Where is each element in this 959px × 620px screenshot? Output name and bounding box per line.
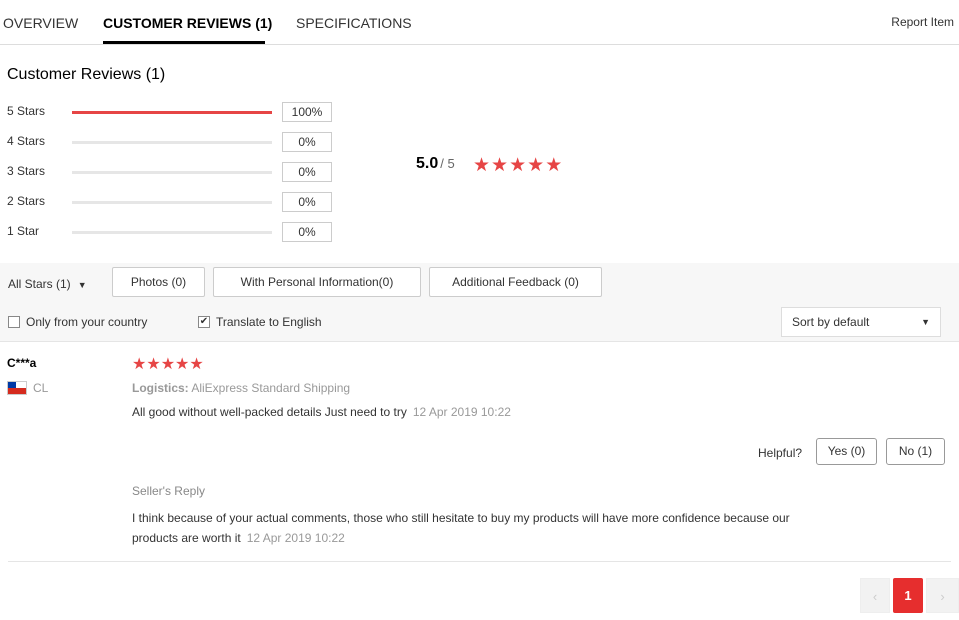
logistics-value: AliExpress Standard Shipping bbox=[191, 381, 351, 395]
star-icon: ★ bbox=[132, 356, 147, 373]
tab-specifications[interactable]: SPECIFICATIONS bbox=[296, 15, 412, 31]
rating-row-3[interactable]: 3 Stars 0% bbox=[7, 162, 337, 182]
rating-row-1[interactable]: 1 Star 0% bbox=[7, 222, 337, 242]
seller-reply-label: Seller's Reply bbox=[132, 484, 205, 498]
average-out-of: / 5 bbox=[440, 156, 455, 171]
photos-filter-button[interactable]: Photos (0) bbox=[112, 267, 205, 297]
rating-row-label: 4 Stars bbox=[7, 134, 46, 148]
chevron-down-icon: ▼ bbox=[921, 317, 930, 327]
rating-row-2[interactable]: 2 Stars 0% bbox=[7, 192, 337, 212]
active-tab-underline bbox=[103, 41, 265, 44]
star-icon: ★ bbox=[473, 155, 492, 176]
rating-row-5[interactable]: 5 Stars 100% bbox=[7, 102, 337, 122]
only-country-checkbox-row[interactable]: Only from your country bbox=[8, 315, 147, 329]
star-icon: ★ bbox=[491, 155, 510, 176]
rating-bar-track bbox=[72, 111, 272, 114]
seller-reply-body: I think because of your actual comments,… bbox=[132, 511, 790, 545]
rating-bar-track bbox=[72, 201, 272, 204]
tab-customer-reviews[interactable]: CUSTOMER REVIEWS (1) bbox=[103, 15, 272, 31]
rating-row-label: 2 Stars bbox=[7, 194, 46, 208]
reviewer-country: CL bbox=[7, 381, 48, 395]
average-score: 5.0 bbox=[416, 155, 439, 172]
review-body: All good without well-packed details Jus… bbox=[132, 405, 407, 419]
star-icon: ★ bbox=[189, 356, 204, 373]
review-stars: ★★★★★ bbox=[132, 354, 204, 374]
chevron-down-icon: ▼ bbox=[77, 280, 87, 290]
translate-checkbox-row[interactable]: ✔ Translate to English bbox=[198, 315, 322, 329]
seller-reply-text: I think because of your actual comments,… bbox=[132, 508, 832, 548]
country-code: CL bbox=[33, 381, 49, 395]
review-text: All good without well-packed details Jus… bbox=[132, 405, 511, 419]
tab-overview[interactable]: OVERVIEW bbox=[3, 15, 78, 31]
translate-checkbox[interactable]: ✔ bbox=[198, 316, 210, 328]
star-icon: ★ bbox=[175, 356, 190, 373]
rating-percent-box: 0% bbox=[282, 162, 332, 182]
reviewer-name: C***a bbox=[7, 356, 37, 370]
personal-info-filter-button[interactable]: With Personal Information(0) bbox=[213, 267, 421, 297]
helpful-yes-button[interactable]: Yes (0) bbox=[816, 438, 877, 465]
rating-row-label: 1 Star bbox=[7, 224, 40, 238]
only-country-checkbox[interactable] bbox=[8, 316, 20, 328]
rating-percent-box: 0% bbox=[282, 222, 332, 242]
rating-percent-box: 0% bbox=[282, 192, 332, 212]
translate-label: Translate to English bbox=[216, 315, 322, 329]
tab-bar: OVERVIEW CUSTOMER REVIEWS (1) SPECIFICAT… bbox=[0, 0, 959, 45]
star-icon: ★ bbox=[527, 155, 546, 176]
seller-reply-date: 12 Apr 2019 10:22 bbox=[246, 531, 345, 545]
rating-percent-box: 100% bbox=[282, 102, 332, 122]
all-stars-dropdown[interactable]: All Stars (1) ▼ bbox=[8, 277, 87, 291]
review-filter-bar: All Stars (1) ▼ Photos (0) With Personal … bbox=[0, 263, 959, 342]
chile-flag-icon bbox=[7, 381, 27, 395]
star-icon: ★ bbox=[545, 155, 564, 176]
report-item-link[interactable]: Report Item bbox=[891, 15, 954, 29]
sort-label: Sort by default bbox=[792, 315, 870, 329]
only-country-label: Only from your country bbox=[26, 315, 148, 329]
rating-bar-track bbox=[72, 171, 272, 174]
average-rating: 5.0/ 5 bbox=[416, 155, 455, 177]
rating-bar-fill bbox=[72, 111, 272, 114]
sort-dropdown[interactable]: Sort by default ▼ bbox=[781, 307, 941, 337]
helpful-no-button[interactable]: No (1) bbox=[886, 438, 945, 465]
reviews-section-title: Customer Reviews (1) bbox=[7, 66, 166, 83]
rating-percent-box: 0% bbox=[282, 132, 332, 152]
star-icon: ★ bbox=[160, 356, 176, 373]
logistics-info: Logistics: AliExpress Standard Shipping bbox=[132, 381, 350, 395]
review-date: 12 Apr 2019 10:22 bbox=[412, 405, 511, 419]
next-page-button[interactable]: › bbox=[926, 578, 959, 613]
all-stars-label: All Stars (1) bbox=[8, 277, 71, 291]
star-icon: ★ bbox=[146, 356, 161, 373]
rating-bar-track bbox=[72, 231, 272, 234]
average-stars: ★★★★★ bbox=[473, 154, 563, 177]
rating-row-label: 3 Stars bbox=[7, 164, 46, 178]
rating-row-4[interactable]: 4 Stars 0% bbox=[7, 132, 337, 152]
helpful-label: Helpful? bbox=[758, 446, 803, 460]
review-divider bbox=[8, 561, 951, 562]
prev-page-button[interactable]: ‹ bbox=[860, 578, 890, 613]
rating-row-label: 5 Stars bbox=[7, 104, 46, 118]
additional-feedback-filter-button[interactable]: Additional Feedback (0) bbox=[429, 267, 602, 297]
star-icon: ★ bbox=[509, 155, 528, 176]
logistics-label: Logistics: bbox=[132, 381, 189, 395]
rating-bar-track bbox=[72, 141, 272, 144]
page-1-button[interactable]: 1 bbox=[893, 578, 923, 613]
